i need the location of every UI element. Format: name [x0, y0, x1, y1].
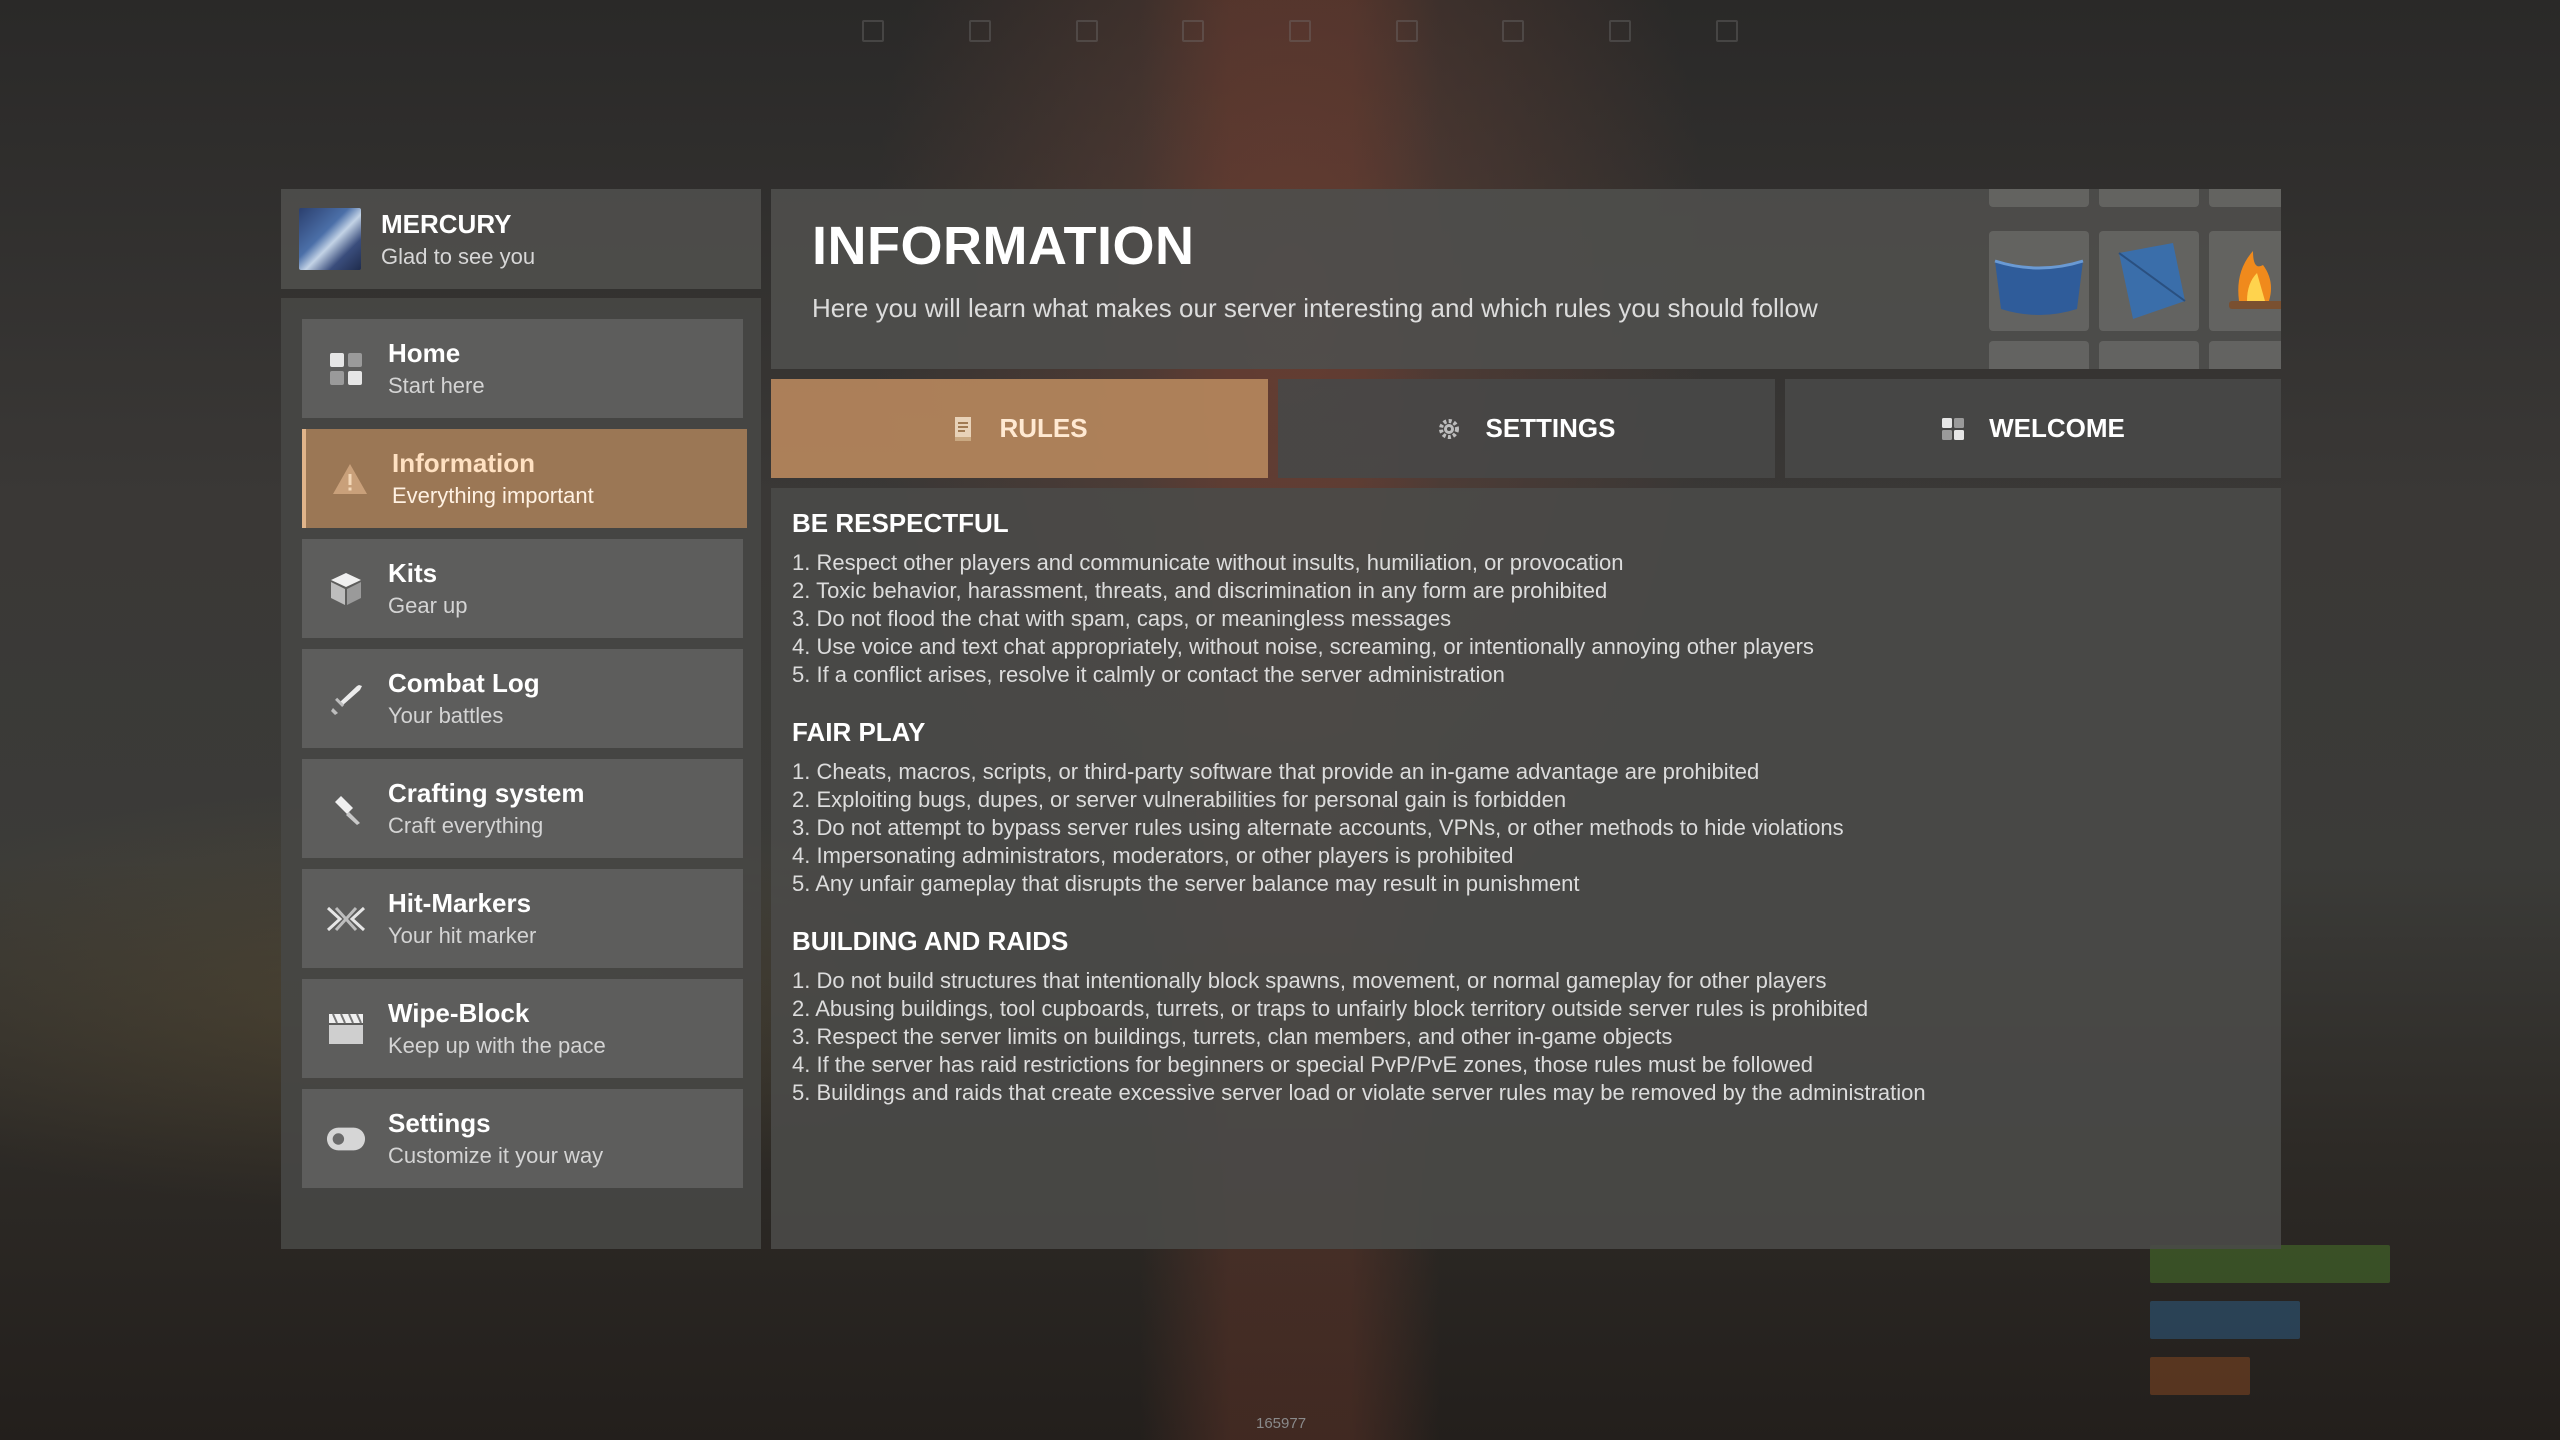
rule-line: 5. Any unfair gameplay that disrupts the… [792, 871, 1580, 896]
item-tile [2099, 341, 2199, 369]
profile-name: MERCURY [381, 208, 512, 239]
sidebar-item-sub: Keep up with the pace [388, 1033, 606, 1058]
box-icon [326, 569, 366, 609]
sidebar-item-sub: Craft everything [388, 813, 544, 838]
hammer-icon [326, 789, 366, 829]
rule-line: 3. Do not flood the chat with spam, caps… [792, 606, 1452, 631]
sidebar-item-sub: Customize it your way [388, 1143, 604, 1168]
rules-list: BE RESPECTFUL 1. Respect other players a… [792, 508, 2252, 1135]
rules-section: BUILDING AND RAIDS 1. Do not build struc… [792, 926, 2252, 1107]
tab-label: RULES [999, 413, 1088, 443]
warning-icon [330, 459, 370, 499]
tab-settings[interactable]: SETTINGS [1278, 379, 1775, 478]
water-bar [2150, 1301, 2300, 1339]
food-bar [2150, 1357, 2250, 1395]
crossed-swords-icon [326, 899, 366, 939]
rule-line: 4. Use voice and text chat appropriately… [792, 634, 1814, 659]
hud-compass [820, 20, 1780, 60]
item-showcase [1989, 189, 2281, 369]
profile-card: MERCURY Glad to see you [281, 189, 761, 289]
grid-icon [326, 349, 366, 389]
rules-section: BE RESPECTFUL 1. Respect other players a… [792, 508, 2252, 689]
hud-status-bars [2150, 1245, 2390, 1413]
sidebar-item-label: Wipe-Block [388, 998, 530, 1028]
rule-line: 5. If a conflict arises, resolve it calm… [792, 662, 1505, 687]
rule-line: 1. Do not build structures that intentio… [792, 968, 1827, 993]
tarp-icon [1989, 231, 2089, 331]
sword-icon [326, 679, 366, 719]
sidebar-item-label: Combat Log [388, 668, 540, 698]
campfire-icon [2209, 231, 2281, 331]
sidebar-item-sub: Gear up [388, 593, 468, 618]
item-tile [2209, 189, 2281, 207]
book-icon [951, 416, 975, 441]
rule-line: 2. Abusing buildings, tool cupboards, tu… [792, 996, 1869, 1021]
item-tile [2209, 341, 2281, 369]
avatar [299, 208, 361, 270]
profile-greeting: Glad to see you [381, 243, 536, 269]
page-title: INFORMATION [812, 216, 1195, 276]
item-tile [2099, 189, 2199, 207]
section-title: BE RESPECTFUL [792, 508, 1009, 538]
clapperboard-icon [326, 1009, 366, 1049]
page-description: Here you will learn what makes our serve… [812, 293, 1818, 323]
sidebar-item-hit-markers[interactable]: Hit-Markers Your hit marker [302, 869, 743, 968]
sidebar-item-settings[interactable]: Settings Customize it your way [302, 1089, 743, 1188]
sidebar-item-wipe-block[interactable]: Wipe-Block Keep up with the pace [302, 979, 743, 1078]
sidebar-item-kits[interactable]: Kits Gear up [302, 539, 743, 638]
rule-line: 1. Respect other players and communicate… [792, 550, 1624, 575]
rule-line: 2. Exploiting bugs, dupes, or server vul… [792, 787, 1567, 812]
rule-line: 1. Cheats, macros, scripts, or third-par… [792, 759, 1760, 784]
rule-line: 3. Do not attempt to bypass server rules… [792, 815, 1844, 840]
sidebar-item-sub: Your battles [388, 703, 504, 728]
sidebar-item-label: Crafting system [388, 778, 585, 808]
sidebar-item-combat-log[interactable]: Combat Log Your battles [302, 649, 743, 748]
sidebar: Home Start here Information Everything i… [281, 298, 761, 1249]
tab-label: WELCOME [1989, 413, 2125, 443]
tab-rules[interactable]: RULES [771, 379, 1268, 478]
page-header: INFORMATION Here you will learn what mak… [771, 189, 2281, 369]
gear-icon [1437, 417, 1461, 441]
item-tile [1989, 189, 2089, 207]
tab-label: SETTINGS [1485, 413, 1616, 443]
sidebar-item-home[interactable]: Home Start here [302, 319, 743, 418]
rule-line: 4. If the server has raid restrictions f… [792, 1052, 1814, 1077]
sidebar-item-crafting-system[interactable]: Crafting system Craft everything [302, 759, 743, 858]
sidebar-item-information[interactable]: Information Everything important [302, 429, 747, 528]
section-title: BUILDING AND RAIDS [792, 926, 1069, 956]
rule-line: 4. Impersonating administrators, moderat… [792, 843, 1514, 868]
toggle-icon [326, 1119, 366, 1159]
sidebar-item-label: Information [392, 448, 535, 478]
rules-section: FAIR PLAY 1. Cheats, macros, scripts, or… [792, 717, 2252, 898]
sidebar-item-sub: Your hit marker [388, 923, 537, 948]
cloth-icon [2099, 231, 2199, 331]
rules-panel: BE RESPECTFUL 1. Respect other players a… [771, 488, 2281, 1249]
health-bar [2150, 1245, 2390, 1283]
sidebar-item-label: Settings [388, 1108, 491, 1138]
sidebar-item-sub: Start here [388, 373, 485, 398]
rule-line: 2. Toxic behavior, harassment, threats, … [792, 578, 1608, 603]
tab-welcome[interactable]: WELCOME [1785, 379, 2281, 478]
sidebar-item-label: Home [388, 338, 461, 368]
rule-line: 3. Respect the server limits on building… [792, 1024, 1673, 1049]
sidebar-item-sub: Everything important [392, 483, 594, 508]
sidebar-item-label: Kits [388, 558, 438, 588]
hud-id-text: 165977 [1256, 1415, 1307, 1432]
section-title: FAIR PLAY [792, 717, 926, 747]
sidebar-item-label: Hit-Markers [388, 888, 532, 918]
rule-line: 5. Buildings and raids that create exces… [792, 1080, 1926, 1105]
grid-icon [1941, 417, 1965, 441]
item-tile [1989, 341, 2089, 369]
